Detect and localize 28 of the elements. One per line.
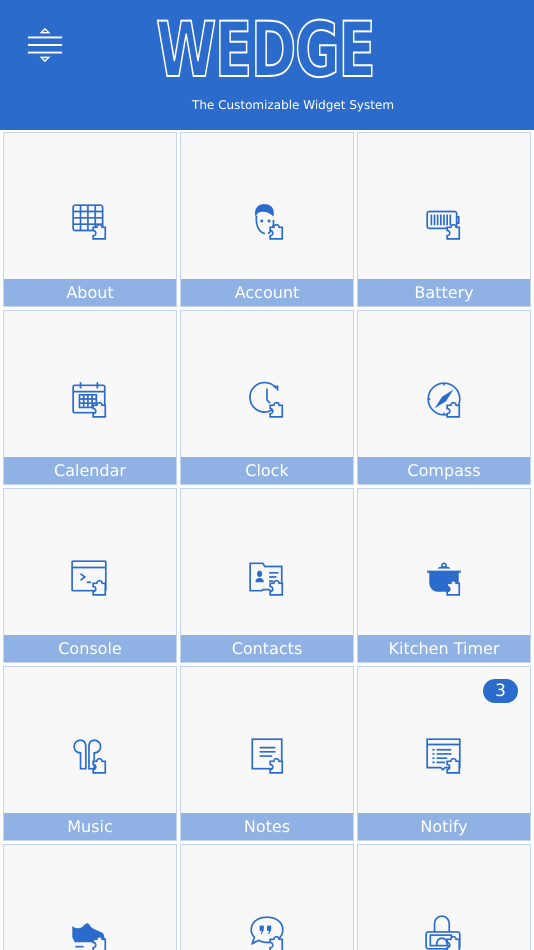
tile-label: About [4,279,176,306]
app-logo: WEDGE [156,8,374,92]
tile-label: Kitchen Timer [358,635,530,662]
tile-label: Notes [181,813,353,840]
menu-icon [26,25,64,65]
widget-tile[interactable]: Battery [357,132,531,307]
tile-label: Calendar [4,457,176,484]
tile-label: Clock [181,457,353,484]
widget-tile[interactable]: 3 Notify [357,666,531,841]
tile-label: Contacts [181,635,353,662]
widget-tile[interactable]: Calendar [3,310,177,485]
widget-tile[interactable]: Notes [180,666,354,841]
widget-tile[interactable]: Clock [180,310,354,485]
app-tagline: The Customizable Widget System [192,98,394,112]
count-badge: 3 [483,679,518,703]
tile-label: Console [4,635,176,662]
widget-tile[interactable]: Kitchen Timer [357,488,531,663]
tile-label: Music [4,813,176,840]
widget-tile[interactable]: Compass [357,310,531,485]
widget-tile[interactable]: Music [3,666,177,841]
tile-label: Battery [358,279,530,306]
widget-tile[interactable]: Contacts [180,488,354,663]
widget-tile[interactable]: Console [3,488,177,663]
tile-label: Account [181,279,353,306]
widget-tile[interactable]: Account [180,132,354,307]
tile-label: Compass [358,457,530,484]
tile-label: Notify [358,813,530,840]
widget-tile[interactable]: About [3,132,177,307]
